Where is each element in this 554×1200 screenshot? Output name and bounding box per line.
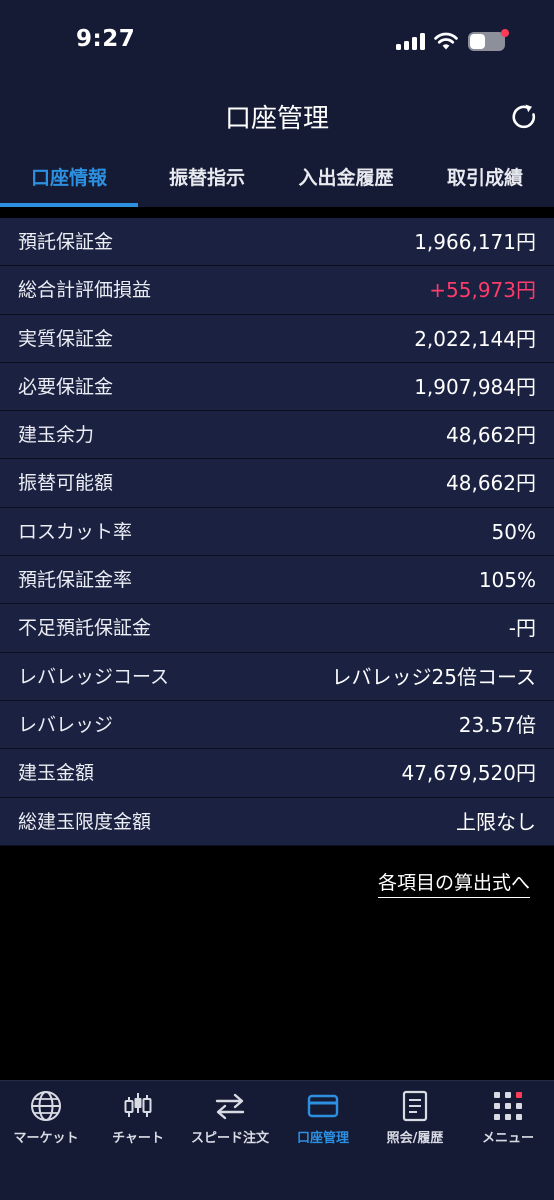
tab-bar: 口座情報 振替指示 入出金履歴 取引成績 [0,150,554,207]
battery-icon [468,32,505,51]
wifi-icon [434,32,458,50]
row-value: 23.57倍 [458,712,536,737]
globe-icon [31,1091,61,1121]
row-value: 47,679,520円 [401,761,536,786]
row-value: 105% [478,568,536,593]
account-info-list: 預託保証金 1,966,171円 総合計評価損益 +55,973円 実質保証金 … [0,218,554,846]
nav-history[interactable]: 照会/履歴 [369,1081,461,1161]
bottom-nav: マーケット チャート スピード注文 口座管理 照会/履歴 メニュー [0,1080,554,1200]
battery-alert-dot [501,29,509,37]
tab-account-info[interactable]: 口座情報 [0,150,138,207]
list-item: 建玉余力 48,662円 [0,411,554,460]
nav-label: メニュー [481,1131,534,1146]
candlestick-icon [124,1093,152,1117]
row-label: 建玉余力 [18,424,95,447]
nav-label: スピード注文 [190,1131,269,1146]
nav-label: 口座管理 [296,1131,349,1146]
nav-speed-order[interactable]: スピード注文 [184,1081,276,1161]
list-item: 総建玉限度金額 上限なし [0,797,554,846]
refresh-icon[interactable] [509,102,539,132]
row-value: 48,662円 [446,471,536,496]
nav-label: マーケット [13,1131,79,1146]
row-value: 2,022,144円 [414,326,536,351]
swap-arrows-icon [215,1093,245,1120]
list-item: 実質保証金 2,022,144円 [0,314,554,363]
row-label: 預託保証金率 [18,569,133,592]
row-value: 48,662円 [446,423,536,448]
row-label: 総合計評価損益 [18,279,152,302]
row-label: 預託保証金 [18,231,114,253]
row-value: 上限なし [456,809,536,834]
list-item: 建玉金額 47,679,520円 [0,749,554,798]
formula-link[interactable]: 各項目の算出式へ [377,868,530,898]
tab-deposit-history[interactable]: 入出金履歴 [276,150,416,207]
cellular-signal-icon [396,33,426,50]
row-value: +55,973円 [429,278,536,303]
list-item: 総合計評価損益 +55,973円 [0,266,554,315]
list-item: 不足預託保証金 -円 [0,604,554,653]
nav-label: チャート [112,1131,164,1146]
list-item: レバレッジ 23.57倍 [0,700,554,750]
row-value: レバレッジ25倍コース [331,664,536,689]
row-label: ロスカット率 [18,520,133,543]
list-item: 振替可能額 48,662円 [0,459,554,508]
active-tab-indicator [0,203,138,207]
row-label: 実質保証金 [18,327,114,350]
list-item: 預託保証金 1,966,171円 [0,218,554,267]
row-label: 総建玉限度金額 [18,810,152,833]
row-label: 不足預託保証金 [18,617,152,640]
row-label: 振替可能額 [18,472,114,495]
row-value: 1,966,171円 [414,230,536,254]
status-time: 9:27 [76,26,136,52]
page-title: 口座管理 [224,104,329,134]
list-item: 必要保証金 1,907,984円 [0,362,554,412]
nav-chart[interactable]: チャート [92,1081,184,1161]
tab-transfer[interactable]: 振替指示 [138,150,276,207]
document-icon [402,1090,428,1122]
row-value: 1,907,984円 [414,374,536,399]
card-icon [307,1094,339,1118]
list-item: 預託保証金率 105% [0,556,554,605]
row-value: -円 [508,616,536,641]
grid-menu-icon [494,1092,522,1120]
row-value: 50% [491,519,536,544]
row-label: レバレッジ [18,713,114,736]
list-item: レバレッジコース レバレッジ25倍コース [0,652,554,701]
tab-trade-results[interactable]: 取引成績 [416,150,554,207]
list-item: ロスカット率 50% [0,507,554,557]
nav-menu[interactable]: メニュー [462,1081,554,1161]
row-label: 必要保証金 [18,375,114,398]
row-label: 建玉金額 [18,762,95,785]
status-bar: 9:27 [0,0,554,80]
row-label: レバレッジコース [18,665,170,688]
nav-market[interactable]: マーケット [0,1081,92,1161]
nav-account[interactable]: 口座管理 [277,1081,369,1161]
nav-label: 照会/履歴 [386,1131,444,1146]
